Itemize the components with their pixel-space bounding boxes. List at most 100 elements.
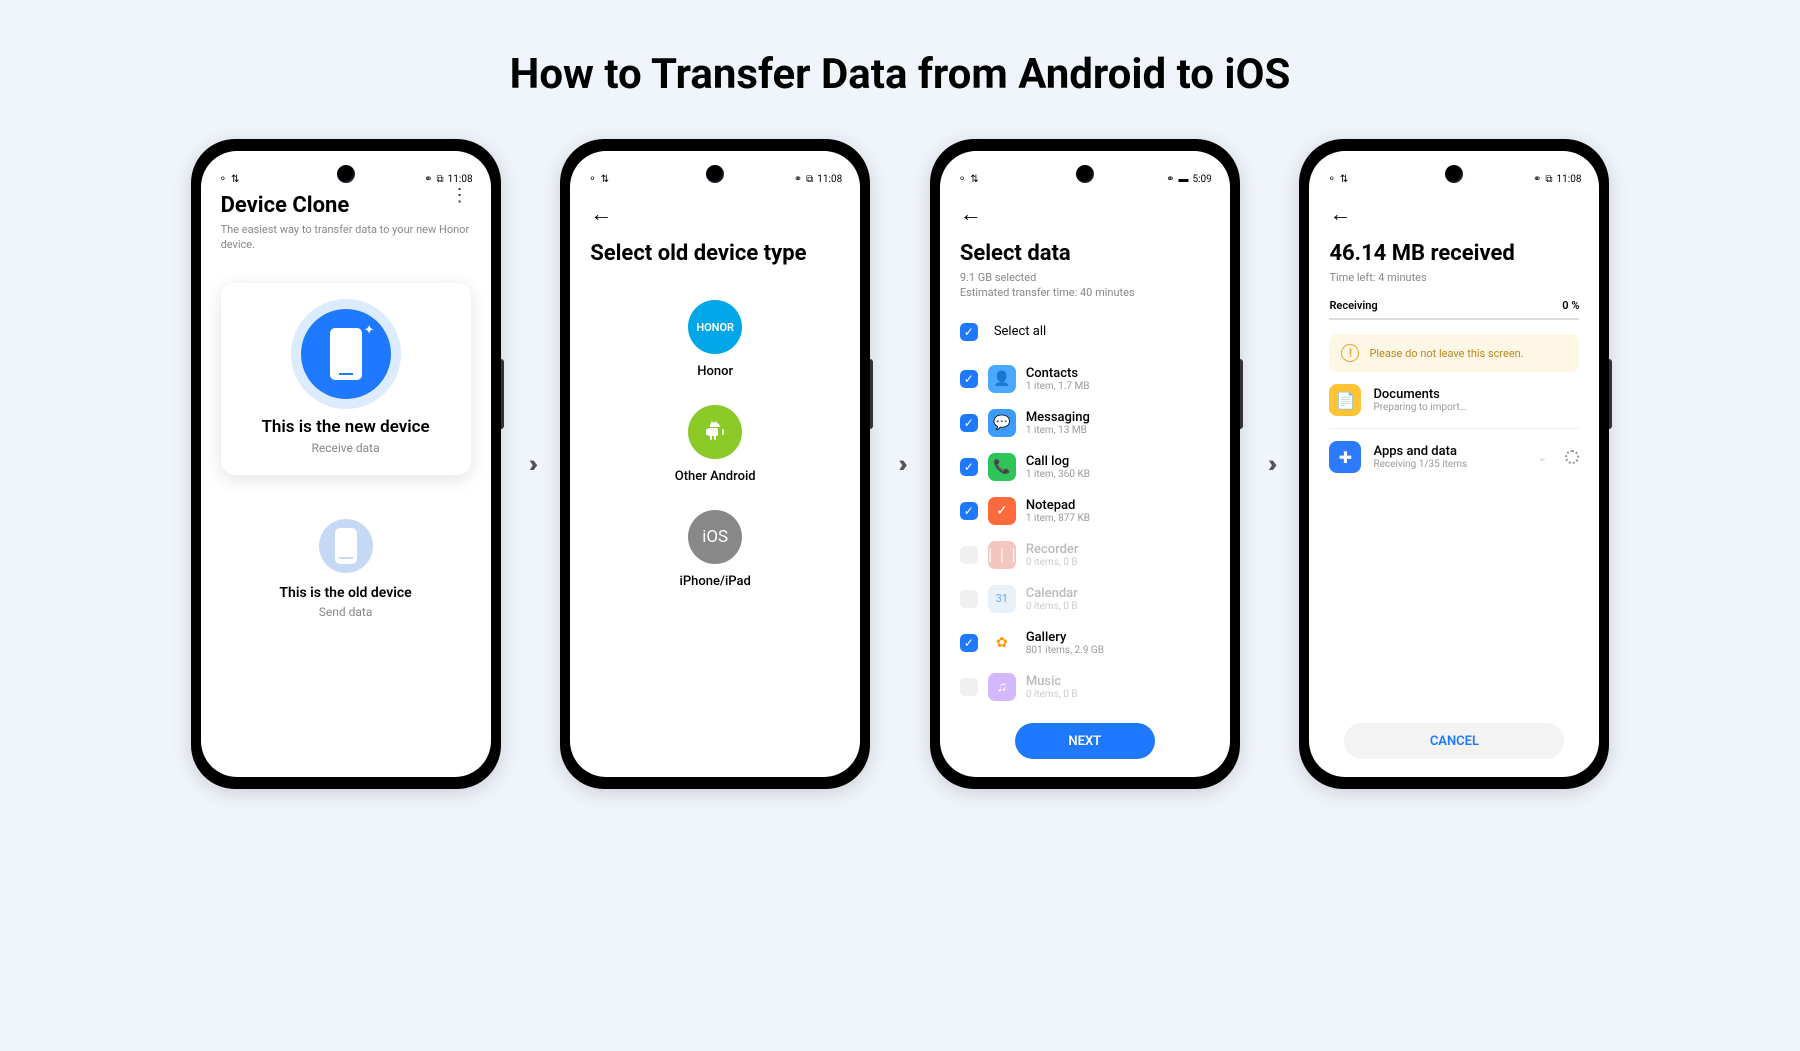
app-icon: ♫ [988,673,1016,701]
camera-hole [706,165,724,183]
camera-hole [1445,165,1463,183]
checkbox[interactable]: ✓ [960,502,978,520]
item-name: Messaging [1026,410,1210,425]
warning-text: Please do not leave this screen. [1369,347,1523,360]
next-button[interactable]: NEXT [1015,723,1155,759]
checkbox[interactable]: ✓ [960,546,978,564]
data-item-row[interactable]: ✓ 📞 Call log 1 item, 360 KB [960,445,1210,489]
checkbox[interactable]: ✓ [960,414,978,432]
app-icon: 👤 [988,365,1016,393]
phone-4: ⚬⇅ ⚭⧉11:08 ← 46.14 MB received Time left… [1299,139,1609,789]
data-item-row[interactable]: ✓ ❘❘❘ Recorder 0 items, 0 B [960,533,1210,577]
bt2-icon: ⚭ [424,174,432,185]
device-type-ios[interactable]: iOS iPhone/iPad [590,510,840,589]
checkbox[interactable]: ✓ [960,370,978,388]
battery-icon: ⧉ [437,174,444,185]
old-device-card[interactable]: This is the old device Send data [221,519,471,619]
data-item-row[interactable]: ✓ ✿ Gallery 801 items, 2.9 GB [960,621,1210,665]
app-icon: 31 [988,585,1016,613]
camera-hole [337,165,355,183]
time: 11:08 [448,174,473,185]
documents-label: Documents [1373,387,1579,402]
app-icon: 💬 [988,409,1016,437]
android-label: Other Android [590,469,840,484]
android-icon [688,405,742,459]
app-icon: ❘❘❘ [988,541,1016,569]
apps-row[interactable]: ✚ Apps and data Receiving 1/35 items ⌄ [1329,429,1579,485]
apps-icon: ✚ [1329,441,1361,473]
item-sub: 1 item, 13 MB [1026,425,1210,436]
item-sub: 1 item, 1.7 MB [1026,381,1210,392]
spinner-icon [1565,450,1579,464]
phones-container: ⚬ ⇅ ⚭ ⧉ 11:08 ⋮ Device Clone The easiest wa… [0,139,1800,789]
data-item-row[interactable]: ✓ 👤 Contacts 1 item, 1.7 MB [960,357,1210,401]
screen-title: Device Clone [221,193,471,218]
item-name: Call log [1026,454,1210,469]
old-device-sub: Send data [221,605,471,619]
honor-icon: HONOR [688,300,742,354]
item-sub: 0 items, 0 B [1026,601,1210,612]
new-device-label: This is the new device [241,417,451,437]
data-item-row[interactable]: ✓ 31 Calendar 0 items, 0 B [960,577,1210,621]
select-all-label: Select all [994,324,1046,339]
item-sub: 1 item, 877 KB [1026,513,1210,524]
screen-subtitle: The easiest way to transfer data to your… [221,222,471,253]
cancel-button[interactable]: CANCEL [1344,723,1564,759]
new-device-card[interactable]: ✦ This is the new device Receive data [221,283,471,475]
item-sub: 0 items, 0 B [1026,557,1210,568]
warning-icon: ! [1341,344,1359,362]
select-all-checkbox[interactable]: ✓ [960,323,978,341]
device-type-honor[interactable]: HONOR Honor [590,300,840,379]
phone-1: ⚬ ⇅ ⚭ ⧉ 11:08 ⋮ Device Clone The easiest wa… [191,139,501,789]
ios-icon: iOS [688,510,742,564]
documents-row[interactable]: 📄 Documents Preparing to import… [1329,372,1579,429]
documents-icon: 📄 [1329,384,1361,416]
checkbox[interactable]: ✓ [960,678,978,696]
app-icon: 📞 [988,453,1016,481]
app-icon: ✓ [988,497,1016,525]
back-button[interactable]: ← [960,193,1210,241]
phone-icon-old [319,519,373,573]
item-name: Gallery [1026,630,1210,645]
data-item-row[interactable]: ✓ ♫ Music 0 items, 0 B [960,665,1210,709]
page-title: How to Transfer Data from Android to iOS [0,0,1800,139]
arrow-icon: ››› [1260,450,1280,478]
arrow-icon: ››› [521,450,541,478]
time: 11:08 [1557,174,1582,185]
back-button[interactable]: ← [1329,193,1579,241]
percent-label: 0 % [1562,299,1579,312]
selected-size: 9.1 GB selected [960,270,1210,285]
phone-icon: ✦ [301,309,391,399]
item-sub: 0 items, 0 B [1026,689,1210,700]
arrow-icon: ››› [890,450,910,478]
bt-icon: ⚬ [219,174,227,185]
checkbox[interactable]: ✓ [960,458,978,476]
data-item-row[interactable]: ✓ 💬 Messaging 1 item, 13 MB [960,401,1210,445]
documents-status: Preparing to import… [1373,402,1579,413]
select-all-row[interactable]: ✓ Select all [960,313,1210,357]
apps-label: Apps and data [1373,444,1525,459]
time: 5:09 [1193,174,1212,185]
more-icon[interactable]: ⋮ [451,193,469,199]
phone-2: ⚬⇅ ⚭⧉11:08 ← Select old device type HONO… [560,139,870,789]
item-sub: 1 item, 360 KB [1026,469,1210,480]
phone-3: ⚬⇅ ⚭▬5:09 ← Select data 9.1 GB selected … [930,139,1240,789]
checkbox[interactable]: ✓ [960,590,978,608]
chevron-down-icon[interactable]: ⌄ [1537,450,1547,464]
data-item-row[interactable]: ✓ ✓ Notepad 1 item, 877 KB [960,489,1210,533]
camera-hole [1076,165,1094,183]
checkbox[interactable]: ✓ [960,634,978,652]
item-name: Calendar [1026,586,1210,601]
item-name: Recorder [1026,542,1210,557]
estimated-time: Estimated transfer time: 40 minutes [960,285,1210,300]
receiving-label: Receiving [1329,299,1377,312]
progress-bar [1329,318,1579,320]
item-name: Music [1026,674,1210,689]
item-sub: 801 items, 2.9 GB [1026,645,1210,656]
item-name: Notepad [1026,498,1210,513]
apps-status: Receiving 1/35 items [1373,459,1525,470]
device-type-android[interactable]: Other Android [590,405,840,484]
back-button[interactable]: ← [590,193,840,241]
wifi-icon: ⇅ [231,174,239,185]
item-name: Contacts [1026,366,1210,381]
